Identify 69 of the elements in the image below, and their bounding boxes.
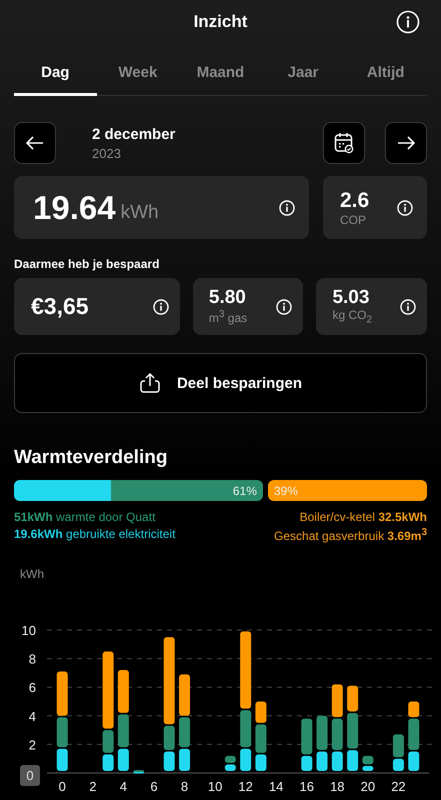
bar-segment xyxy=(347,686,358,712)
calendar-icon xyxy=(334,132,354,154)
y-tick-label: 8 xyxy=(28,652,36,667)
x-tick-label: 22 xyxy=(391,779,406,794)
usage-unit: kWh xyxy=(120,202,159,224)
bar-segment xyxy=(56,748,68,771)
bar-segment xyxy=(118,670,129,713)
zero-tick-background xyxy=(20,765,40,786)
right-arrow-icon xyxy=(397,136,415,150)
bar-segment xyxy=(179,674,190,716)
y-tick-label: 4 xyxy=(28,708,36,724)
info-icon[interactable] xyxy=(396,10,420,34)
info-icon[interactable] xyxy=(397,200,413,216)
next-day-button[interactable] xyxy=(385,122,427,164)
share-savings-button[interactable]: Deel besparingen xyxy=(14,353,427,413)
legend-text: Geschat gasverbruik 3.69m$^{3}$ xyxy=(274,529,427,543)
previous-day-button[interactable] xyxy=(14,122,56,164)
page-title: Inzicht xyxy=(194,12,248,32)
y-tick-label: 6 xyxy=(28,680,36,696)
date-label: 2 december xyxy=(92,126,176,142)
percentage-label: 61% xyxy=(232,484,258,498)
period-tab[interactable]: Week xyxy=(96,56,180,96)
x-tick-label: 14 xyxy=(268,779,284,794)
legend-text: 51kWh warmte door Quatt xyxy=(14,510,156,524)
bar-segment xyxy=(332,684,343,718)
x-tick-label: 18 xyxy=(330,779,345,794)
x-tick-label: 0 xyxy=(58,779,66,794)
y-tick-label: 2 xyxy=(28,737,36,752)
x-tick-label: 6 xyxy=(150,779,158,794)
x-tick-label: 16 xyxy=(300,779,314,794)
axis-unit-label: kWh xyxy=(20,567,44,581)
y-tick-label: 10 xyxy=(22,623,36,638)
x-tick-label: 20 xyxy=(360,779,376,794)
x-tick-label: 2 xyxy=(89,779,96,794)
percentage-label: 39% xyxy=(272,484,299,498)
left-arrow-icon xyxy=(26,136,44,150)
x-tick-label: 10 xyxy=(208,779,222,794)
legend-text: Boiler/cv-ketel 32.5kWh xyxy=(300,510,427,524)
savings-value: 5.80 xyxy=(208,287,247,310)
x-tick-label: 8 xyxy=(180,779,188,794)
savings-unit: kg CO$_{2}$ xyxy=(332,309,372,326)
bar-segment xyxy=(255,702,266,723)
info-icon[interactable] xyxy=(400,298,416,314)
savings-value: 5.03 xyxy=(332,287,370,310)
period-tab[interactable]: Dag xyxy=(14,56,97,96)
cop-label: COP xyxy=(340,212,368,226)
bar-segment xyxy=(179,748,190,771)
bar-segment xyxy=(102,754,114,771)
info-icon[interactable] xyxy=(279,200,295,216)
period-tab[interactable]: Altijd xyxy=(344,56,427,96)
bar-segment xyxy=(164,752,175,771)
savings-heading: Daarmee heb je bespaard xyxy=(14,257,160,271)
year-label: 2023 xyxy=(92,146,122,160)
savings-value: €3,65 xyxy=(31,293,89,320)
x-tick-label: 4 xyxy=(120,779,128,794)
period-tab[interactable]: Maand xyxy=(179,56,262,96)
x-tick-label: 12 xyxy=(238,779,253,794)
cop-value: 2.6 xyxy=(340,188,370,212)
savings-unit: m$^{3}$ gas xyxy=(208,309,248,326)
usage-value: 19.64 xyxy=(33,188,116,226)
section-heading: Warmteverdeling xyxy=(14,447,168,469)
legend-text: 19.6kWh gebruikte elektriciteit xyxy=(14,527,176,541)
info-icon[interactable] xyxy=(152,298,169,314)
period-tab[interactable]: Jaar xyxy=(262,56,344,96)
share-icon xyxy=(138,372,161,394)
y-tick-label: 0 xyxy=(26,768,34,783)
bar-segment xyxy=(179,717,190,748)
info-icon[interactable] xyxy=(276,298,292,314)
calendar-button[interactable] xyxy=(323,122,365,164)
